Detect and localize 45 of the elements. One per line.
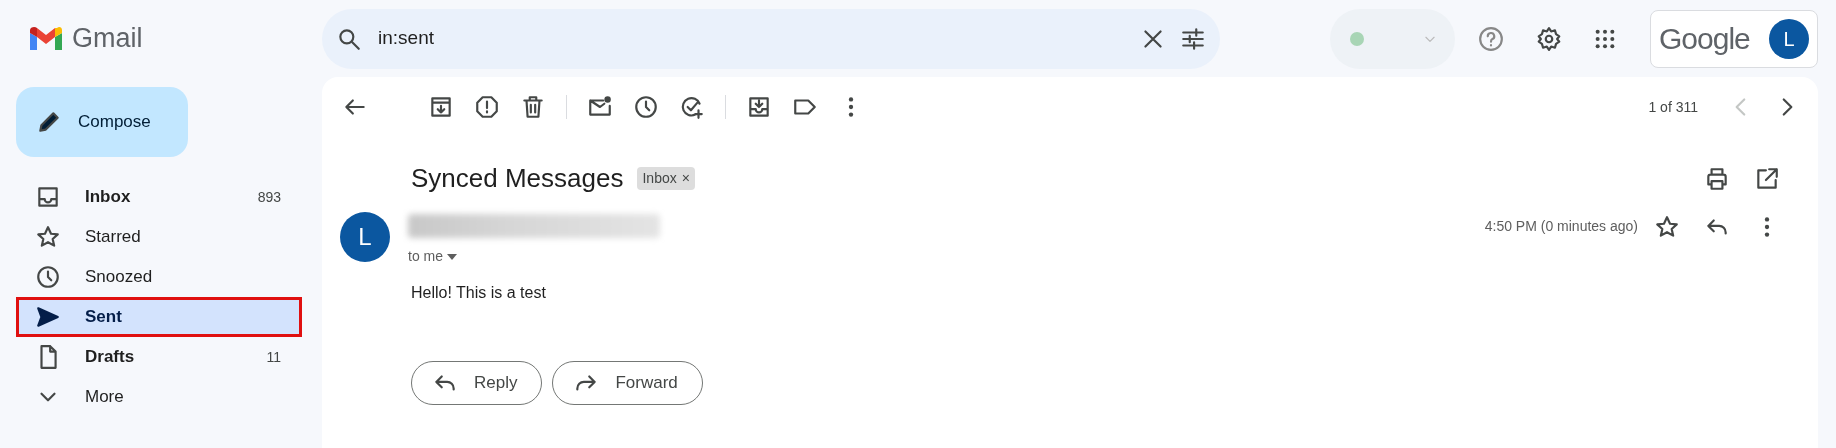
pencil-icon bbox=[36, 109, 62, 135]
message-body: Hello! This is a test bbox=[410, 283, 547, 304]
sidebar-item[interactable]: Sent bbox=[16, 297, 302, 337]
sidebar-item-label: More bbox=[85, 386, 124, 409]
sidebar-item-label: Drafts bbox=[85, 346, 135, 369]
delete-icon[interactable] bbox=[520, 94, 546, 120]
sidebar-item[interactable]: More bbox=[16, 377, 302, 417]
sidebar-item[interactable]: Drafts 11 bbox=[16, 337, 302, 377]
settings-icon[interactable] bbox=[1536, 25, 1562, 52]
sidebar-item-label: Snoozed bbox=[85, 266, 153, 289]
archive-icon[interactable] bbox=[428, 94, 454, 120]
message-time: 4:50 PM (0 minutes ago) bbox=[1484, 217, 1638, 237]
gmail-logo-icon bbox=[28, 24, 64, 53]
compose-button[interactable]: Compose bbox=[16, 87, 188, 157]
inbox-icon bbox=[35, 184, 61, 210]
search-input[interactable]: in:sent bbox=[376, 23, 1126, 54]
add-task-icon[interactable] bbox=[679, 94, 705, 120]
clock-icon bbox=[35, 264, 61, 290]
caret-icon[interactable] bbox=[447, 253, 457, 260]
help-icon[interactable] bbox=[1478, 25, 1504, 52]
spam-icon[interactable] bbox=[474, 94, 500, 120]
sidebar-item-label: Sent bbox=[85, 306, 122, 329]
search-field[interactable]: in:sent bbox=[322, 8, 1220, 69]
pager-text: 1 of 311 bbox=[1648, 97, 1698, 117]
send-icon bbox=[35, 304, 61, 330]
open-new-window-icon[interactable] bbox=[1754, 165, 1780, 192]
sidebar-item[interactable]: Starred bbox=[16, 217, 302, 257]
sidebar-item[interactable]: Snoozed bbox=[16, 257, 302, 297]
apps-icon[interactable] bbox=[1594, 27, 1616, 50]
account-button[interactable]: Google L bbox=[1650, 9, 1818, 68]
sender-avatar: L bbox=[340, 212, 390, 263]
clock-icon[interactable] bbox=[633, 94, 659, 120]
label-tag[interactable]: Inbox × bbox=[637, 167, 695, 191]
sidebar-item[interactable]: Inbox 893 bbox=[16, 177, 302, 217]
message-subject: Synced Messages bbox=[411, 163, 624, 195]
recipient-text[interactable]: to me bbox=[408, 246, 443, 268]
filter-icon[interactable] bbox=[1180, 25, 1206, 52]
forward-button[interactable]: Forward bbox=[552, 361, 703, 406]
sidebar-item-label: Inbox bbox=[85, 186, 131, 209]
star-icon bbox=[35, 224, 61, 250]
app-name: Gmail bbox=[72, 22, 143, 56]
print-icon[interactable] bbox=[1704, 165, 1730, 192]
sidebar-item-label: Starred bbox=[85, 226, 141, 249]
move-to-icon[interactable] bbox=[746, 94, 772, 120]
reply-button[interactable]: Reply bbox=[411, 361, 543, 406]
